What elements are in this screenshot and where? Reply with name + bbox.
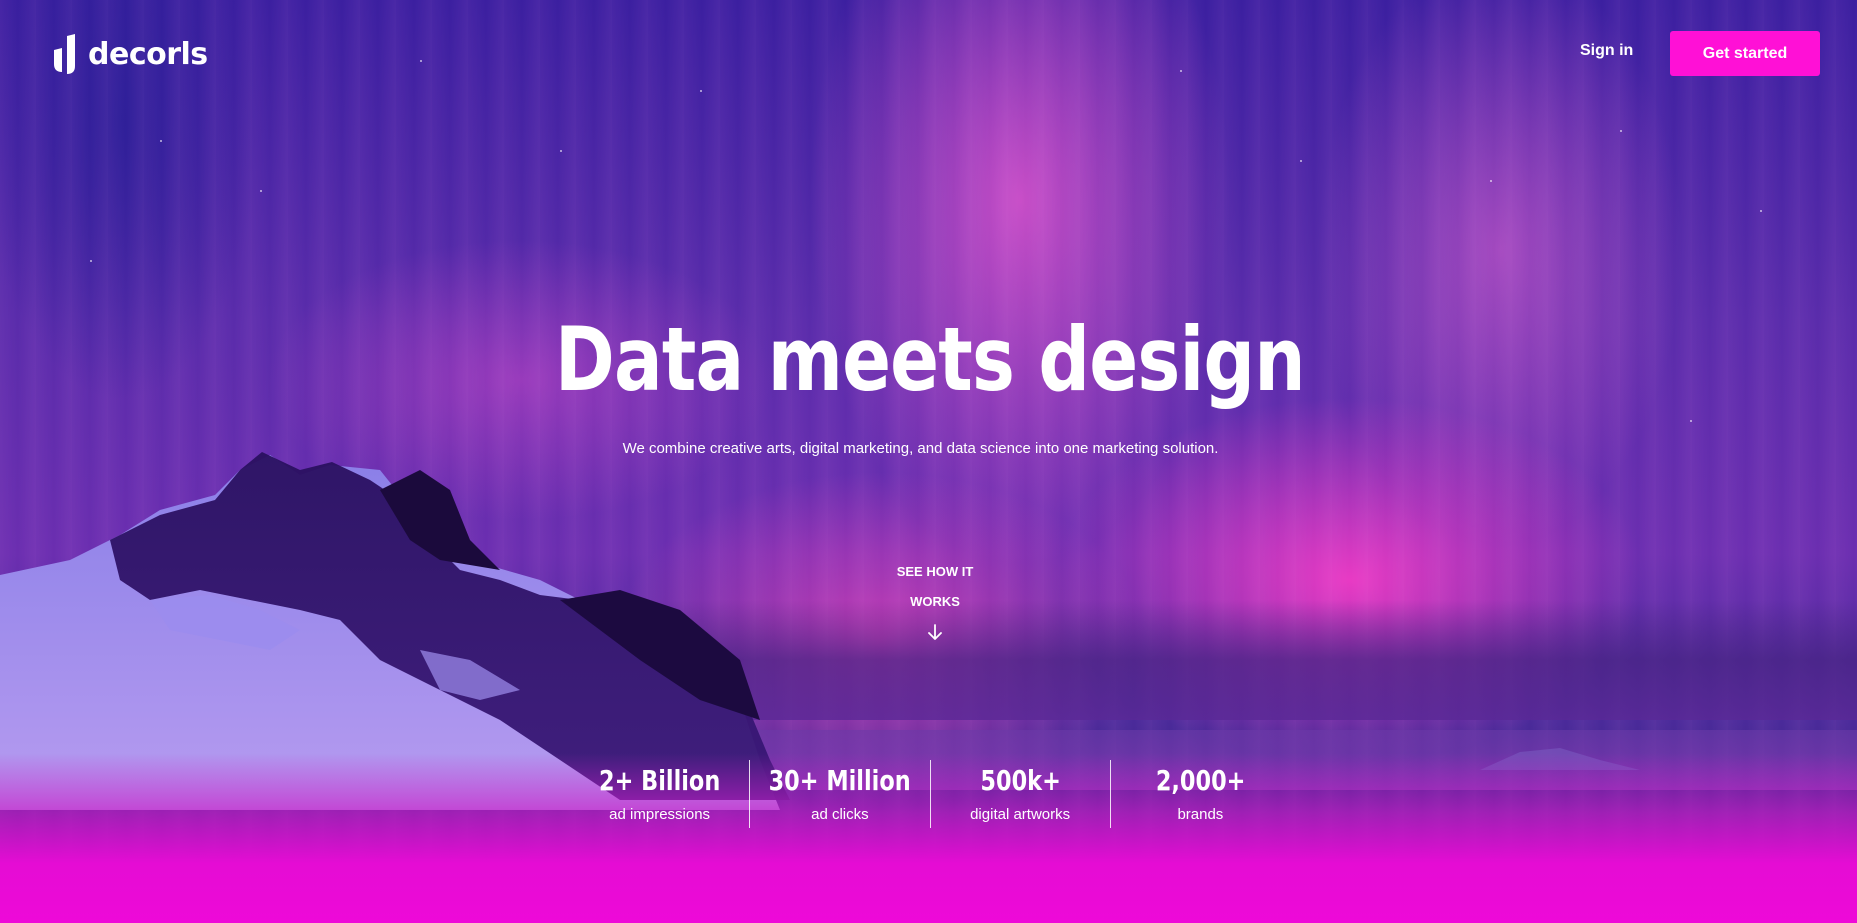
stat-brands: 2,000+ brands bbox=[1111, 760, 1290, 828]
stats-bar: 2+ Billion ad impressions 30+ Million ad… bbox=[570, 760, 1290, 828]
stat-label: brands bbox=[1177, 805, 1224, 823]
stat-value: 30+ Million bbox=[768, 763, 911, 797]
stat-artworks: 500k+ digital artworks bbox=[931, 760, 1111, 828]
stat-label: ad impressions bbox=[609, 805, 711, 823]
stat-value: 500k+ bbox=[979, 763, 1061, 797]
hero-subtitle: We combine creative arts, digital market… bbox=[622, 440, 1219, 457]
get-started-button[interactable]: Get started bbox=[1670, 31, 1820, 76]
sign-in-link[interactable]: Sign in bbox=[1580, 42, 1633, 60]
stat-label: digital artworks bbox=[970, 805, 1071, 823]
logo-icon bbox=[54, 34, 75, 74]
see-how-it-works-link[interactable]: SEE HOW IT WORKS bbox=[885, 557, 985, 641]
stat-clicks: 30+ Million ad clicks bbox=[750, 760, 931, 828]
see-how-label-line1: SEE HOW IT bbox=[896, 564, 974, 579]
stat-value: 2+ Billion bbox=[598, 763, 721, 797]
arrow-down-icon bbox=[928, 624, 942, 640]
brand-name: decorls bbox=[88, 36, 208, 72]
stat-label: ad clicks bbox=[811, 805, 869, 823]
stat-impressions: 2+ Billion ad impressions bbox=[570, 760, 751, 828]
page-title: Data meets design bbox=[554, 308, 1306, 411]
stat-value: 2,000+ bbox=[1155, 763, 1246, 797]
see-how-label-line2: WORKS bbox=[910, 594, 960, 609]
brand-logo[interactable]: decorls bbox=[52, 34, 208, 74]
hero-section: decorls Sign in Get started Data meets d… bbox=[0, 0, 1857, 923]
